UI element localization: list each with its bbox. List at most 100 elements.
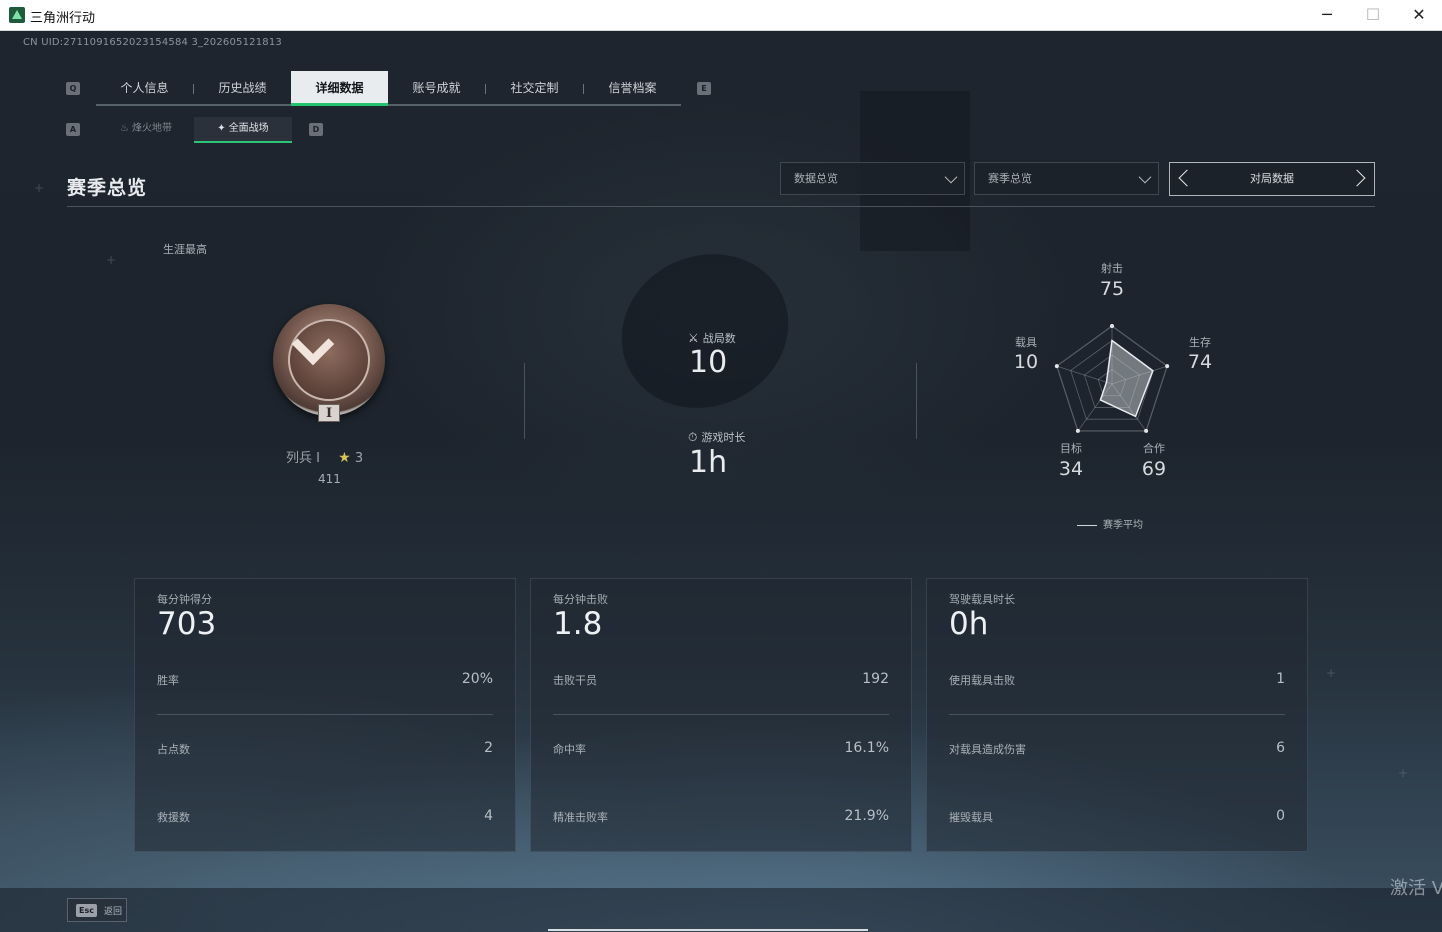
chevron-down-icon	[1138, 170, 1152, 184]
row-label: 对载具造成伤害	[949, 743, 1026, 756]
subtab-all-out-warfare[interactable]: ✦ 全面战场	[194, 117, 292, 143]
rank-name: 列兵 I	[286, 451, 320, 466]
row-label: 摧毁载具	[949, 811, 993, 824]
rank-medal-icon: I	[273, 304, 385, 422]
row-label: 击败干员	[553, 674, 597, 687]
subtab-flame-zone[interactable]: ♨ 烽火地带	[97, 117, 195, 143]
bottom-indicator	[548, 929, 868, 931]
back-button[interactable]: Esc 返回	[67, 898, 127, 922]
game-screen: CN UID:2711091652023154584 3_20260512181…	[0, 31, 1442, 932]
rank-points: 411	[318, 472, 341, 486]
matches-label: ⚔ 战局数	[688, 330, 736, 346]
row-value: 21.9%	[844, 808, 889, 824]
match-data-pager: 对局数据	[1169, 162, 1375, 196]
radar-axis-endpoint	[1075, 428, 1080, 433]
legend-line	[1077, 524, 1097, 526]
key-hint-next-tab: E	[697, 82, 711, 95]
chevron-right-icon[interactable]	[1348, 169, 1366, 187]
key-hint-prev-tab: Q	[66, 82, 80, 95]
esc-key-hint: Esc	[76, 904, 97, 917]
pager-label: 对局数据	[1250, 172, 1294, 185]
radar-legend: 赛季平均	[1077, 516, 1143, 531]
card-value: 1.8	[553, 606, 603, 642]
card-value: 703	[157, 606, 217, 642]
windows-activation-watermark: 激活 V	[1390, 878, 1442, 899]
row-divider	[949, 714, 1285, 715]
hud-crosshair-deco: +	[106, 253, 117, 267]
card-value: 0h	[949, 606, 989, 642]
window-title: 三角洲行动	[30, 11, 96, 26]
section-title: 赛季总览	[67, 177, 148, 199]
flame-zone-icon: ♨	[120, 123, 129, 134]
radar-label-survival: 生存	[1189, 336, 1211, 349]
card-title: 每分钟击败	[553, 593, 608, 606]
radar-axis-endpoint	[1054, 364, 1059, 369]
matches-value: 10	[689, 345, 728, 380]
tab-achievements[interactable]: 账号成就	[388, 71, 485, 106]
hud-crosshair-deco: +	[1398, 766, 1409, 780]
row-label: 精准击败率	[553, 811, 608, 824]
radar-value-shooting: 75	[1099, 278, 1125, 300]
row-value: 1	[1276, 671, 1285, 687]
rank-info: 列兵 I ★ 3	[286, 447, 363, 466]
app-logo-icon	[9, 7, 25, 23]
close-button[interactable]: ✕	[1396, 0, 1442, 31]
radar-series-season-average	[1099, 339, 1154, 418]
season-overview-dropdown[interactable]: 赛季总览	[974, 162, 1159, 195]
minimize-button[interactable]: ─	[1304, 0, 1350, 31]
window-titlebar: 三角洲行动 ─ ☐ ✕	[0, 0, 1442, 31]
row-value: 20%	[461, 671, 493, 687]
chevron-down-icon	[944, 170, 958, 184]
column-divider	[916, 363, 917, 439]
tab-detailed-data[interactable]: 详细数据	[291, 71, 388, 106]
radar-label-vehicle: 载具	[1015, 336, 1037, 349]
footer-bar: Esc 返回	[0, 888, 1442, 932]
row-value: 192	[862, 671, 889, 687]
row-label: 使用载具击败	[949, 674, 1015, 687]
radar-label-cooperation: 合作	[1143, 442, 1165, 455]
legend-label: 赛季平均	[1103, 520, 1143, 531]
maximize-button[interactable]: ☐	[1350, 0, 1396, 31]
radar-label-shooting: 射击	[1101, 262, 1123, 275]
card-title: 驾驶载具时长	[949, 593, 1015, 606]
playtime-value: 1h	[689, 445, 728, 480]
radar-axis-endpoint	[1110, 324, 1114, 328]
playtime-label: ⏱ 游戏时长	[688, 429, 745, 445]
medal-inner	[288, 319, 370, 401]
main-tab-bar: 个人信息 历史战绩 详细数据 账号成就 社交定制 信誉档案	[96, 71, 681, 106]
key-hint-prev-subtab: A	[66, 123, 80, 136]
career-high-label: 生涯最高	[163, 243, 207, 256]
tab-credit-record[interactable]: 信誉档案	[584, 71, 681, 106]
row-value: 16.1%	[844, 740, 889, 756]
radar-axis-endpoint	[1144, 428, 1149, 433]
row-value: 2	[484, 740, 493, 756]
subtab-label: 烽火地带	[131, 123, 172, 134]
chevron-left-icon[interactable]	[1178, 169, 1196, 187]
key-hint-next-subtab: D	[309, 123, 323, 136]
matches-label-text: 战局数	[702, 332, 736, 345]
subtab-label: 全面战场	[228, 123, 269, 134]
tab-social-custom[interactable]: 社交定制	[486, 71, 583, 106]
row-label: 占点数	[157, 743, 190, 756]
card-title: 每分钟得分	[157, 593, 212, 606]
dropdown-value: 数据总览	[794, 172, 838, 185]
radar-value-survival: 74	[1187, 351, 1213, 373]
data-overview-dropdown[interactable]: 数据总览	[780, 162, 965, 195]
row-label: 胜率	[157, 674, 179, 687]
tab-personal-info[interactable]: 个人信息	[96, 71, 193, 106]
section-divider	[67, 206, 1375, 207]
hud-crosshair-deco: +	[1326, 666, 1337, 680]
radar-value-objective: 34	[1058, 458, 1084, 480]
playtime-label-text: 游戏时长	[701, 431, 746, 444]
row-label: 救援数	[157, 811, 190, 824]
row-value: 0	[1276, 808, 1285, 824]
rank-stars: 3	[354, 451, 364, 466]
back-label: 返回	[104, 907, 123, 917]
star-icon: ★	[338, 450, 351, 466]
player-uid: CN UID:2711091652023154584 3_20260512181…	[23, 37, 282, 48]
tab-match-history[interactable]: 历史战绩	[194, 71, 291, 106]
row-divider	[157, 714, 493, 715]
row-value: 6	[1276, 740, 1285, 756]
radar-value-vehicle: 10	[1013, 351, 1039, 373]
stat-card-vehicle: 驾驶载具时长 0h 使用载具击败 1 对载具造成伤害 6 摧毁载具 0	[926, 578, 1308, 852]
